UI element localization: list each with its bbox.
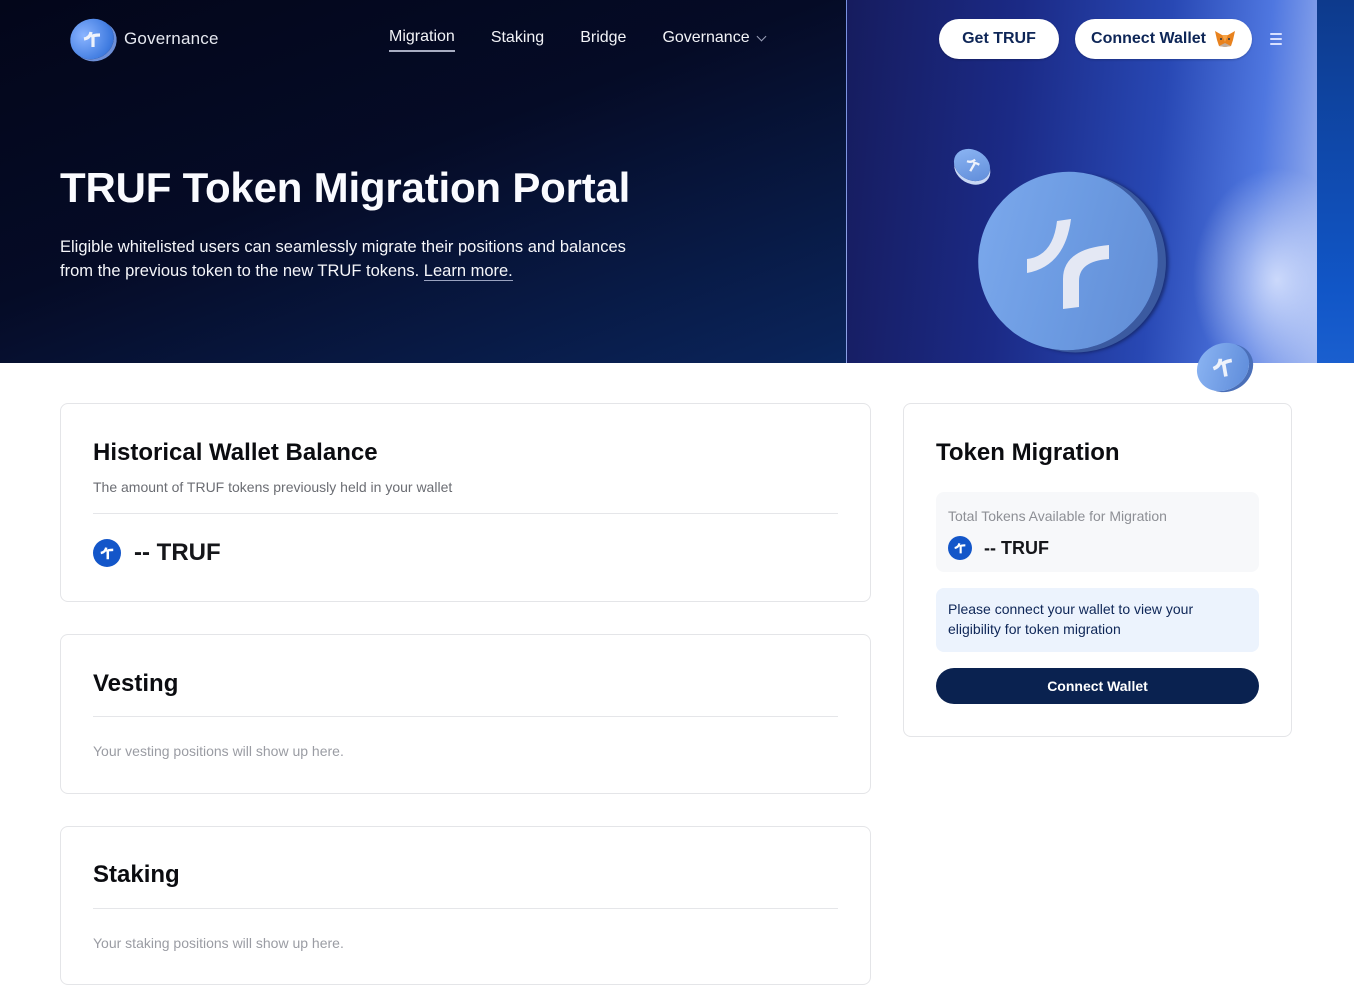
- divider: [93, 513, 838, 514]
- learn-more-link[interactable]: Learn more.: [423, 262, 513, 281]
- historical-balance-value: -- TRUF: [93, 539, 221, 567]
- historical-balance-title: Historical Wallet Balance: [93, 439, 378, 466]
- nav-staking[interactable]: Staking: [491, 28, 544, 52]
- truf-logo-icon: [64, 12, 120, 66]
- vesting-title: Vesting: [93, 670, 179, 697]
- vesting-card: Vesting Your vesting positions will show…: [60, 634, 871, 794]
- chevron-down-icon: [756, 31, 767, 41]
- main-nav: Migration Staking Bridge Governance: [389, 28, 767, 52]
- nav-governance-label: Governance: [662, 29, 750, 46]
- token-migration-card: Token Migration Total Tokens Available f…: [903, 403, 1292, 737]
- top-nav: Governance Migration Staking Bridge Gove…: [0, 0, 1354, 78]
- total-tokens-box: Total Tokens Available for Migration -- …: [936, 492, 1259, 572]
- brand-logo[interactable]: Governance: [64, 12, 219, 66]
- divider: [93, 908, 838, 909]
- staking-card: Staking Your staking positions will show…: [60, 826, 871, 985]
- connect-wallet-label: Connect Wallet: [1091, 30, 1206, 47]
- divider: [93, 716, 838, 717]
- hero-banner: Governance Migration Staking Bridge Gove…: [0, 0, 1354, 363]
- header-connect-wallet-button[interactable]: Connect Wallet: [1075, 19, 1252, 59]
- total-tokens-amount: -- TRUF: [984, 537, 1049, 558]
- nav-migration-label: Migration: [389, 28, 455, 45]
- historical-balance-card: Historical Wallet Balance The amount of …: [60, 403, 871, 602]
- connect-wallet-notice: Please connect your wallet to view your …: [936, 588, 1259, 652]
- nav-governance-dropdown[interactable]: Governance: [662, 28, 767, 52]
- staking-title: Staking: [93, 861, 180, 888]
- metamask-fox-icon: [1214, 31, 1235, 47]
- total-tokens-label: Total Tokens Available for Migration: [948, 508, 1167, 524]
- staking-empty-message: Your staking positions will show up here…: [93, 935, 344, 951]
- brand-name: Governance: [124, 29, 219, 48]
- nav-migration[interactable]: Migration: [389, 28, 455, 52]
- token-migration-title: Token Migration: [936, 439, 1120, 466]
- hamburger-menu-icon[interactable]: [1270, 33, 1282, 45]
- vesting-empty-message: Your vesting positions will show up here…: [93, 743, 344, 759]
- get-truf-button[interactable]: Get TRUF: [939, 19, 1059, 59]
- total-tokens-value: -- TRUF: [948, 536, 1049, 560]
- hero-description-text: Eligible whitelisted users can seamlessl…: [60, 238, 626, 280]
- truf-token-icon: [948, 536, 972, 560]
- page-title: TRUF Token Migration Portal: [60, 164, 631, 211]
- nav-bridge-label: Bridge: [580, 29, 627, 46]
- historical-balance-subtitle: The amount of TRUF tokens previously hel…: [93, 479, 453, 495]
- connect-wallet-button[interactable]: Connect Wallet: [936, 668, 1259, 704]
- nav-bridge[interactable]: Bridge: [580, 28, 626, 52]
- nav-staking-label: Staking: [490, 29, 545, 46]
- historical-balance-amount: -- TRUF: [134, 539, 221, 566]
- hero-description: Eligible whitelisted users can seamlessl…: [60, 235, 640, 283]
- truf-token-icon: [93, 539, 121, 567]
